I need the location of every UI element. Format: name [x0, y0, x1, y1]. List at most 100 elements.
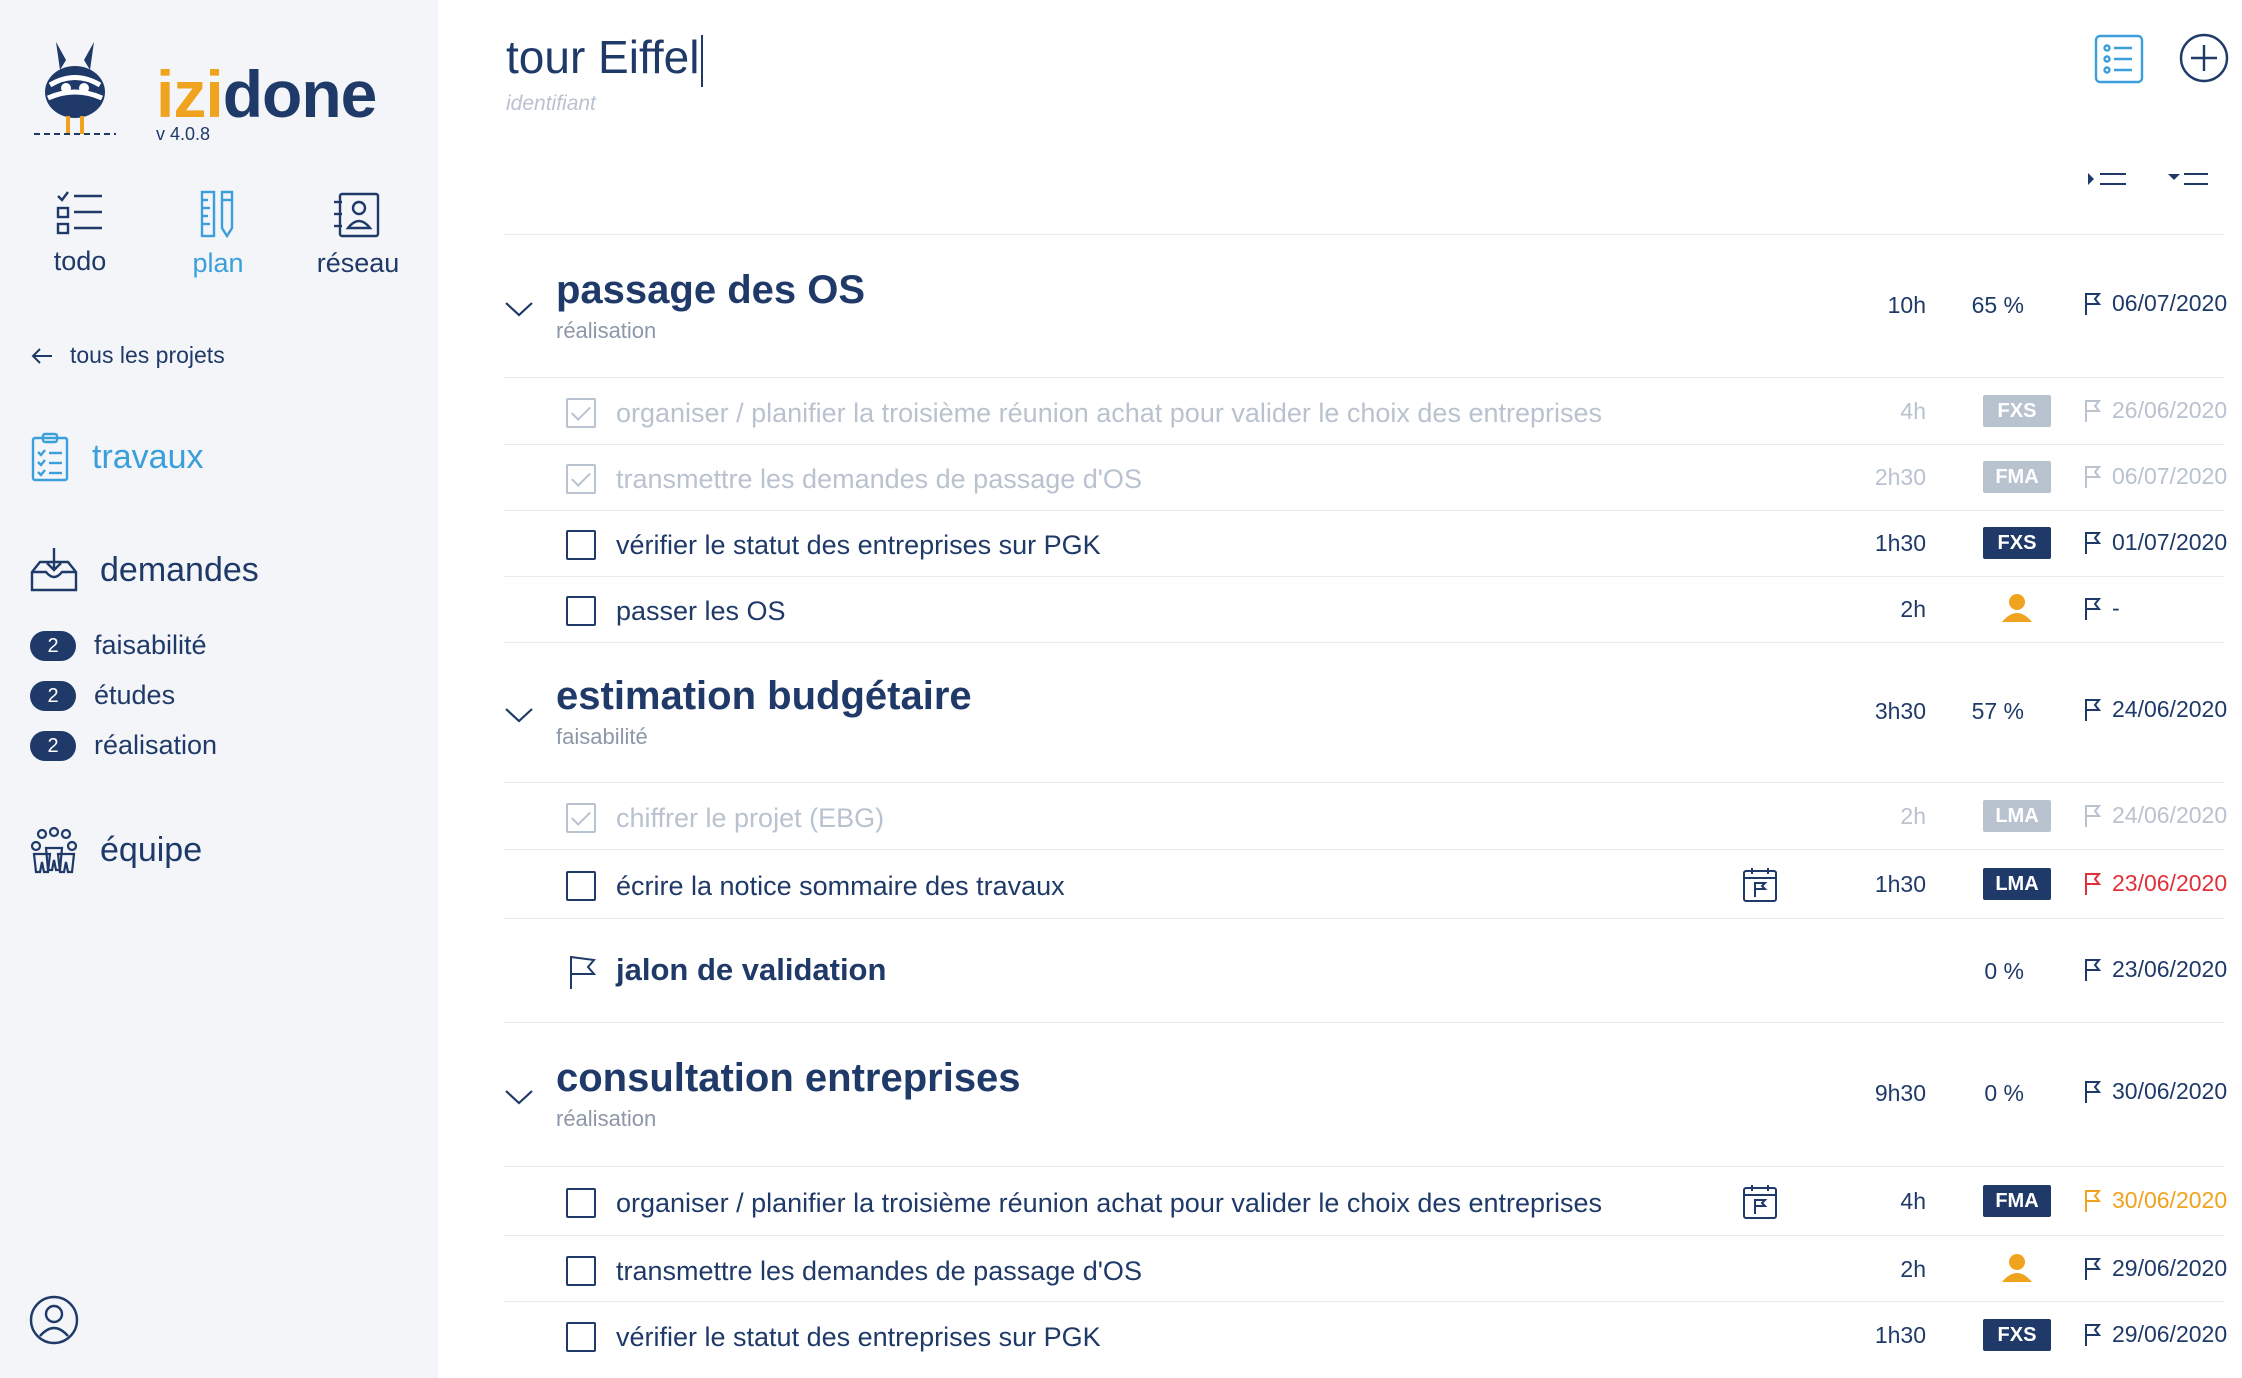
- task-label[interactable]: organiser / planifier la troisième réuni…: [616, 1188, 1602, 1219]
- sidebar: izidone v 4.0.8 todo plan réseau tous le…: [0, 0, 438, 1378]
- mode-todo[interactable]: todo: [20, 190, 140, 277]
- group-deadline[interactable]: 06/07/2020: [2084, 290, 2227, 317]
- milestone-label[interactable]: jalon de validation: [616, 952, 886, 988]
- task-checkbox[interactable]: [566, 1256, 596, 1286]
- project-identifier[interactable]: identifiant: [506, 92, 596, 116]
- group-phase: réalisation: [556, 1106, 657, 1131]
- group-deadline[interactable]: 30/06/2020: [2084, 1078, 2227, 1105]
- task-label[interactable]: vérifier le statut des entreprises sur P…: [616, 1322, 1101, 1353]
- assignee-tag[interactable]: LMA: [1983, 800, 2051, 832]
- task-label[interactable]: vérifier le statut des entreprises sur P…: [616, 530, 1101, 561]
- assignee-tag[interactable]: FXS: [1983, 395, 2051, 427]
- group-phase: réalisation: [556, 318, 657, 343]
- task-checkbox[interactable]: [566, 1322, 596, 1352]
- add-button[interactable]: [2178, 32, 2230, 89]
- date-text: 24/06/2020: [2112, 802, 2228, 828]
- date-text: 30/06/2020: [2112, 1187, 2228, 1213]
- task-label[interactable]: organiser / planifier la troisième réuni…: [616, 398, 1602, 429]
- assignee-tag[interactable]: FXS: [1983, 527, 2051, 559]
- calendar-flag-icon: [1743, 868, 1777, 902]
- sub-item-label: études: [94, 680, 176, 710]
- nav-travaux[interactable]: travaux: [30, 432, 204, 482]
- assignee-tag[interactable]: FXS: [1983, 1319, 2051, 1351]
- task-label[interactable]: transmettre les demandes de passage d'OS: [616, 1256, 1142, 1287]
- task-deadline[interactable]: -: [2084, 595, 2120, 622]
- date-text: 06/07/2020: [2112, 290, 2228, 316]
- milestone-deadline[interactable]: 23/06/2020: [2084, 956, 2227, 983]
- task-duration: 2h: [1900, 803, 1926, 829]
- task-deadline[interactable]: 23/06/2020: [2084, 870, 2227, 897]
- task-deadline[interactable]: 29/06/2020: [2084, 1255, 2227, 1282]
- task-checkbox[interactable]: [566, 871, 596, 901]
- sub-item-label: faisabilité: [94, 630, 207, 660]
- task-deadline[interactable]: 06/07/2020: [2084, 463, 2227, 490]
- schedule-button[interactable]: [1742, 867, 1778, 908]
- project-title-text: tour Eiffel: [506, 31, 700, 83]
- task-deadline[interactable]: 29/06/2020: [2084, 1321, 2227, 1348]
- divider: [504, 642, 2224, 643]
- count-badge: 2: [30, 730, 76, 761]
- group-phase: faisabilité: [556, 724, 648, 749]
- task-label[interactable]: passer les OS: [616, 596, 786, 627]
- task-duration: 4h: [1900, 398, 1926, 424]
- task-checkbox[interactable]: [566, 398, 596, 428]
- milestone-row: jalon de validation 0 % 23/06/2020: [504, 932, 2227, 1012]
- task-row: transmettre les demandes de passage d'OS…: [504, 1236, 2227, 1302]
- project-title[interactable]: tour Eiffel: [506, 30, 704, 87]
- sub-item-etudes[interactable]: 2 études: [30, 680, 175, 711]
- count-badge: 2: [30, 680, 76, 711]
- task-deadline[interactable]: 30/06/2020: [2084, 1187, 2227, 1214]
- flag-icon: [2085, 698, 2102, 721]
- chevron-down-icon[interactable]: [504, 706, 534, 724]
- assignee-tag[interactable]: LMA: [1983, 868, 2051, 900]
- task-checkbox[interactable]: [566, 530, 596, 560]
- group-deadline[interactable]: 24/06/2020: [2084, 696, 2227, 723]
- task-duration: 2h30: [1874, 464, 1926, 490]
- group-title[interactable]: passage des OS: [556, 268, 865, 313]
- chevron-down-icon[interactable]: [504, 1088, 534, 1106]
- expand-all-button[interactable]: [2166, 166, 2210, 197]
- plan-ruler-icon: [200, 190, 234, 238]
- assign-user-button[interactable]: [1983, 1252, 2051, 1289]
- assignee-tag[interactable]: FMA: [1983, 1185, 2051, 1217]
- mode-reseau-label: réseau: [316, 248, 400, 278]
- group-title[interactable]: consultation entreprises: [556, 1056, 1021, 1101]
- task-checkbox[interactable]: [566, 803, 596, 833]
- schedule-button[interactable]: [1742, 1184, 1778, 1225]
- task-label[interactable]: transmettre les demandes de passage d'OS: [616, 464, 1142, 495]
- assign-user-button[interactable]: [1983, 592, 2051, 629]
- back-label: tous les projets: [70, 342, 225, 368]
- text-cursor: [701, 34, 704, 87]
- task-row: chiffrer le projet (EBG) 2h LMA 24/06/20…: [504, 783, 2227, 849]
- back-to-projects-link[interactable]: tous les projets: [30, 342, 225, 369]
- logo-wordmark: izidone: [156, 56, 377, 132]
- app-version: v 4.0.8: [156, 124, 211, 144]
- flag-icon: [2085, 292, 2102, 315]
- collapse-all-button[interactable]: [2086, 166, 2130, 197]
- divider: [504, 1166, 2224, 1167]
- group-title[interactable]: estimation budgétaire: [556, 674, 972, 719]
- assignee-tag[interactable]: FMA: [1983, 461, 2051, 493]
- task-checkbox[interactable]: [566, 596, 596, 626]
- task-deadline[interactable]: 26/06/2020: [2084, 397, 2227, 424]
- mode-reseau[interactable]: réseau: [298, 190, 418, 279]
- task-deadline[interactable]: 24/06/2020: [2084, 802, 2227, 829]
- task-label[interactable]: chiffrer le projet (EBG): [616, 803, 884, 834]
- task-deadline[interactable]: 01/07/2020: [2084, 529, 2227, 556]
- user-orange-icon: [2002, 594, 2032, 622]
- task-duration: 1h30: [1874, 871, 1926, 897]
- nav-equipe[interactable]: équipe: [30, 826, 202, 874]
- list-view-icon: [2094, 34, 2144, 84]
- task-label[interactable]: écrire la notice sommaire des travaux: [616, 871, 1065, 902]
- clipboard-checklist-icon: [31, 432, 69, 482]
- group-percent: 0 %: [1984, 1080, 2024, 1106]
- chevron-down-icon[interactable]: [504, 300, 534, 318]
- mode-plan[interactable]: plan: [158, 190, 278, 279]
- sub-item-faisabilite[interactable]: 2 faisabilité: [30, 630, 207, 661]
- task-checkbox[interactable]: [566, 464, 596, 494]
- user-profile-button[interactable]: [28, 1294, 80, 1351]
- nav-demandes[interactable]: demandes: [30, 546, 259, 594]
- task-checkbox[interactable]: [566, 1188, 596, 1218]
- list-view-button[interactable]: [2094, 34, 2144, 89]
- sub-item-realisation[interactable]: 2 réalisation: [30, 730, 217, 761]
